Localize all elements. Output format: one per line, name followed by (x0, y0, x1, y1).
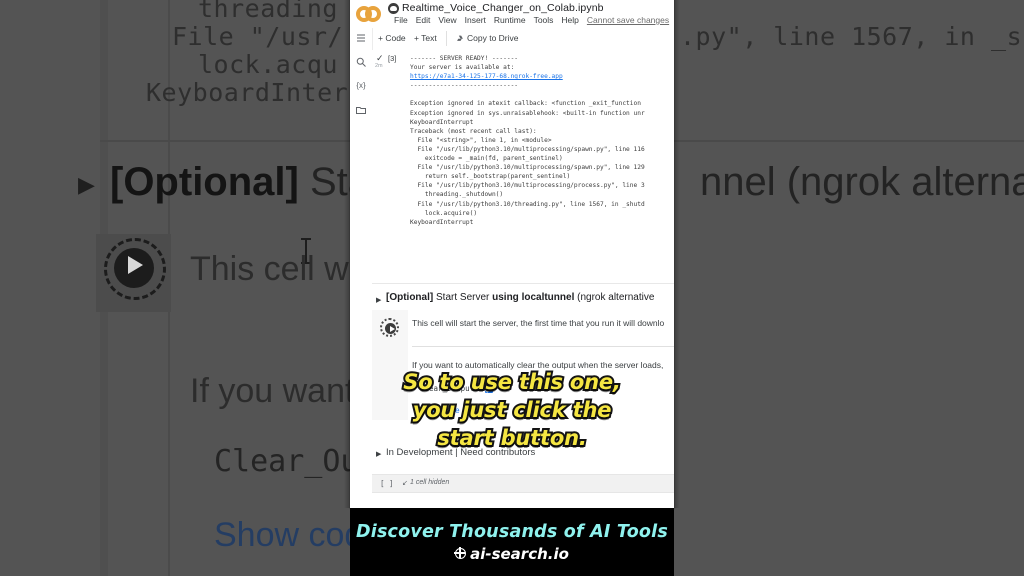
save-status-label: Cannot save changes (586, 15, 670, 25)
chevron-right-icon[interactable]: ▶ (376, 296, 381, 304)
menu-item-file[interactable]: File (394, 15, 408, 25)
background-code-line-1: threading (198, 0, 338, 23)
banner-url: ai-search.io (470, 544, 569, 563)
cell-success-icon: ✓ (376, 53, 384, 63)
output-line-16: File "/usr/lib/python3.10/threading.py",… (410, 200, 645, 208)
background-code-line-4: KeyboardInter (146, 78, 349, 107)
colab-window: Realtime_Voice_Changer_on_Colab.ipynb Fi… (350, 0, 674, 508)
menu-item-view[interactable]: View (438, 15, 456, 25)
hidden-cell-strip[interactable]: [ ] ↙ 1 cell hidden (372, 474, 674, 493)
cell-execution-count: [3] (388, 54, 397, 63)
cell-separator (372, 283, 674, 284)
search-icon[interactable] (355, 56, 367, 68)
variables-icon[interactable]: {x} (355, 80, 367, 92)
add-text-cell-button[interactable]: + Text (414, 33, 437, 43)
menu-item-runtime[interactable]: Runtime (494, 15, 526, 25)
output-line-8: Traceback (most recent call last): (410, 127, 537, 135)
ngrok-url-link[interactable]: https://e7a1-34-125-177-68.ngrok-free.ap… (410, 73, 563, 80)
output-line-6: Exception ignored in sys.unraisablehook:… (410, 109, 645, 117)
cell-output-text: ------- SERVER READY! ------- Your serve… (410, 54, 674, 227)
code-cell-start-server: This cell will start the server, the fir… (372, 310, 674, 420)
copy-to-drive-button[interactable]: Copy to Drive (456, 33, 519, 43)
colab-logo[interactable] (356, 6, 382, 22)
output-line-15: threading._shutdown() (410, 191, 504, 199)
left-icon-rail: {x} (350, 28, 373, 508)
play-triangle-icon (389, 326, 395, 332)
output-line-14: File "/usr/lib/python3.10/multiprocessin… (410, 182, 645, 190)
background-disclosure-arrow: ▶ (78, 172, 95, 197)
run-cell-button[interactable] (380, 318, 399, 337)
files-icon[interactable] (355, 104, 367, 116)
output-line-0: ------- SERVER READY! ------- (410, 55, 519, 62)
chevron-right-icon-2[interactable]: ▶ (376, 450, 381, 458)
in-development-heading: In Development | Need contributors (386, 447, 536, 458)
notebook-title-row: Realtime_Voice_Changer_on_Colab.ipynb (388, 2, 604, 14)
output-line-12: File "/usr/lib/python3.10/multiprocessin… (410, 164, 645, 172)
output-line-3: ----------------------------- (410, 82, 519, 90)
markdown-heading-text: [Optional] Start Server using localtunne… (386, 292, 654, 303)
menu-bar: File Edit View Insert Runtime Tools Help… (394, 15, 669, 25)
menu-item-help[interactable]: Help (561, 15, 578, 25)
output-line-13: return self._bootstrap(parent_sentinel) (410, 173, 571, 181)
hidden-cell-label: 1 cell hidden (410, 479, 450, 486)
background-heading-tail: nnel (ngrok alternative (700, 160, 1024, 204)
toolbar-divider (446, 31, 447, 46)
panel-shadow-left (344, 0, 350, 508)
clear-output-form-row: Clear_Output: (420, 384, 493, 393)
output-line-5: Exception ignored in atexit callback: <f… (410, 100, 641, 108)
github-icon (388, 2, 399, 14)
clear-output-checkbox[interactable] (484, 384, 493, 393)
notebook-content: ✓ 2m [3] ------- SERVER READY! ------- Y… (372, 50, 674, 508)
notebook-filename[interactable]: Realtime_Voice_Changer_on_Colab.ipynb (402, 2, 604, 14)
form-description-1: This cell will start the server, the fir… (412, 318, 665, 328)
drive-icon (456, 34, 464, 41)
output-line-1: Your server is available at: (410, 64, 515, 72)
menu-item-tools[interactable]: Tools (534, 15, 554, 25)
output-line-18: KeyboardInterrupt (410, 218, 474, 226)
menu-item-edit[interactable]: Edit (416, 15, 431, 25)
clear-output-label: Clear_Output: (420, 384, 479, 393)
banner-url-row: ai-search.io (454, 544, 569, 563)
form-description-2: If you want to automatically clear the o… (412, 360, 664, 370)
hidden-cell-chevron-icon: ↙ (402, 480, 408, 487)
hidden-cell-brackets: [ ] (380, 479, 394, 488)
background-code-line-2: File "/usr/ (172, 22, 344, 51)
output-line-10: File "/usr/lib/python3.10/multiprocessin… (410, 145, 645, 153)
heading-bold-2: using localtunnel (492, 292, 575, 303)
notebook-toolbar: + Code + Text Copy to Drive (350, 28, 674, 51)
output-line-11: exitcode = _main(fd, parent_sentinel) (410, 155, 563, 163)
cell-elapsed-label: 2m (375, 63, 383, 69)
heading-prefix: [Optional] (386, 292, 434, 303)
output-line-9: File "<string>", line 1, in <module> (410, 136, 552, 144)
output-line-7: KeyboardInterrupt (410, 118, 474, 126)
background-code-line-right: .py", line 1567, in _shutd (680, 22, 1024, 51)
background-play-triangle-icon (128, 256, 143, 274)
banner-headline: Discover Thousands of AI Tools (356, 521, 668, 542)
globe-icon (454, 547, 467, 559)
table-of-contents-icon[interactable] (355, 32, 367, 44)
background-code-line-3: lock.acqu (198, 50, 338, 79)
add-code-cell-button[interactable]: + Code (378, 33, 406, 43)
heading-suffix: (ngrok alternative (574, 292, 655, 303)
promo-banner: Discover Thousands of AI Tools ai-search… (350, 508, 674, 576)
colab-title-bar: Realtime_Voice_Changer_on_Colab.ipynb Fi… (350, 0, 674, 28)
output-line-17: lock.acquire() (410, 209, 478, 217)
panel-shadow-right (674, 0, 680, 508)
show-code-link[interactable]: Show code (420, 406, 460, 415)
menu-item-insert[interactable]: Insert (465, 15, 486, 25)
heading-middle: Start Server (433, 292, 493, 303)
form-divider (412, 346, 674, 347)
